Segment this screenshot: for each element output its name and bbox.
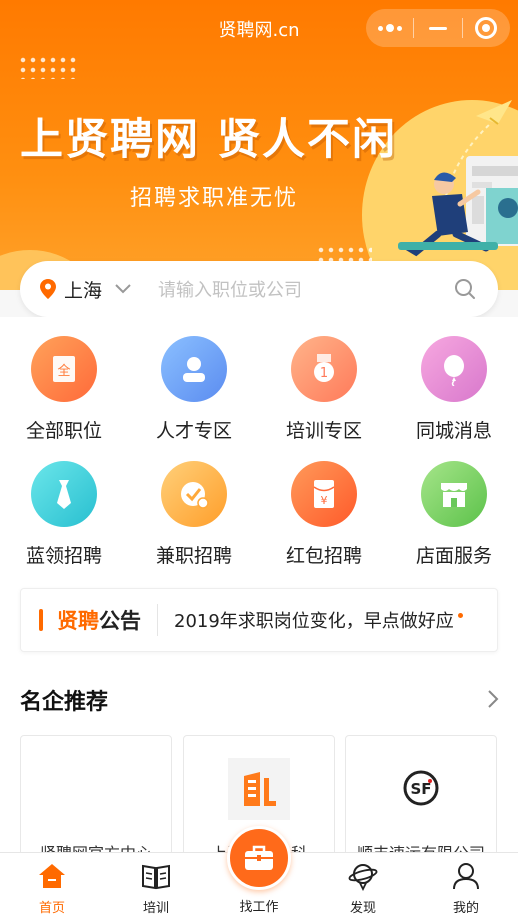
job-seeker-illustration — [398, 100, 518, 257]
close-miniapp-button[interactable] — [463, 9, 510, 47]
svg-text:¥: ¥ — [321, 494, 328, 507]
location-pin-icon — [40, 279, 56, 299]
hero-banner: 贤聘网.cn 上贤聘网 贤人不闲 招聘求职准无忧 — [0, 0, 518, 290]
training-medal-icon: 1 — [291, 336, 357, 402]
red-envelope-icon: ¥ — [291, 461, 357, 527]
section-title: 名企推荐 — [20, 690, 109, 715]
unread-dot — [457, 612, 463, 618]
announcement-bar[interactable]: 贤聘公告 2019年求职岗位变化，早点做好应 — [20, 588, 498, 652]
user-icon — [426, 859, 506, 893]
banner-slogan: 上贤聘网 贤人不闲 — [20, 115, 397, 165]
category-label: 全部职位 — [25, 420, 102, 442]
tab-label: 培训 — [142, 901, 169, 916]
clock-check-icon — [161, 461, 227, 527]
category-blue-collar[interactable]: 蓝领招聘 — [4, 461, 124, 568]
minus-icon — [428, 26, 447, 30]
nav-bar: 贤聘网.cn — [0, 0, 518, 56]
chevron-right-icon[interactable] — [486, 688, 500, 710]
category-training[interactable]: 1 培训专区 — [264, 336, 384, 443]
city-label: 上海 — [64, 279, 103, 302]
tab-label: 找工作 — [239, 900, 279, 915]
banner-subtitle: 招聘求职准无忧 — [130, 186, 299, 211]
notice-brand: 贤聘公告 — [57, 609, 141, 633]
category-label: 培训专区 — [285, 420, 362, 442]
tab-label: 发现 — [349, 901, 376, 916]
category-label: 同城消息 — [415, 420, 492, 442]
category-label: 店面服务 — [415, 545, 492, 567]
talent-icon — [161, 336, 227, 402]
book-icon — [116, 859, 196, 893]
tab-label: 首页 — [38, 901, 65, 916]
briefcase-icon — [245, 845, 273, 870]
all-jobs-icon: 全 — [31, 336, 97, 402]
more-button[interactable] — [366, 9, 413, 47]
category-label: 红包招聘 — [285, 545, 362, 567]
svg-text:1: 1 — [320, 366, 328, 381]
search-icon[interactable] — [454, 278, 476, 300]
store-icon — [421, 461, 487, 527]
tab-discover[interactable]: 发现 — [323, 853, 403, 920]
category-label: 蓝领招聘 — [25, 545, 102, 567]
planet-icon — [323, 859, 403, 893]
target-icon — [475, 17, 498, 39]
sf-logo-icon: SF — [391, 758, 451, 818]
tab-training[interactable]: 培训 — [116, 853, 196, 920]
tab-home[interactable]: 首页 — [12, 853, 92, 920]
company-logo — [66, 758, 126, 818]
category-local-news[interactable]: 同城消息 — [394, 336, 514, 443]
category-all-jobs[interactable]: 全 全部职位 — [4, 336, 124, 443]
category-label: 人才专区 — [155, 420, 232, 442]
dot-pattern — [18, 55, 76, 79]
notice-accent-bar — [39, 609, 43, 631]
tab-profile[interactable]: 我的 — [426, 853, 506, 920]
search-input[interactable]: 请输入职位或公司 — [158, 276, 454, 302]
category-red-envelope[interactable]: ¥ 红包招聘 — [264, 461, 384, 568]
category-talent[interactable]: 人才专区 — [134, 336, 254, 443]
notice-text: 2019年求职岗位变化，早点做好应 — [174, 611, 454, 632]
find-job-button[interactable] — [227, 826, 291, 890]
home-icon — [12, 859, 92, 893]
search-bar: 上海 请输入职位或公司 — [20, 261, 498, 317]
category-part-time[interactable]: 兼职招聘 — [134, 461, 254, 568]
building-logo-icon — [228, 758, 290, 820]
category-label: 兼职招聘 — [155, 545, 232, 567]
balloon-icon — [421, 336, 487, 402]
svg-text:SF: SF — [410, 780, 431, 798]
city-selector[interactable]: 上海 — [40, 276, 132, 303]
chevron-down-icon — [115, 284, 131, 294]
tie-icon — [31, 461, 97, 527]
more-dots-icon — [377, 24, 402, 32]
svg-text:全: 全 — [57, 363, 70, 379]
miniapp-capsule — [366, 9, 510, 47]
category-store-service[interactable]: 店面服务 — [394, 461, 514, 568]
minimize-button[interactable] — [414, 9, 461, 47]
tab-label: 我的 — [452, 901, 479, 916]
